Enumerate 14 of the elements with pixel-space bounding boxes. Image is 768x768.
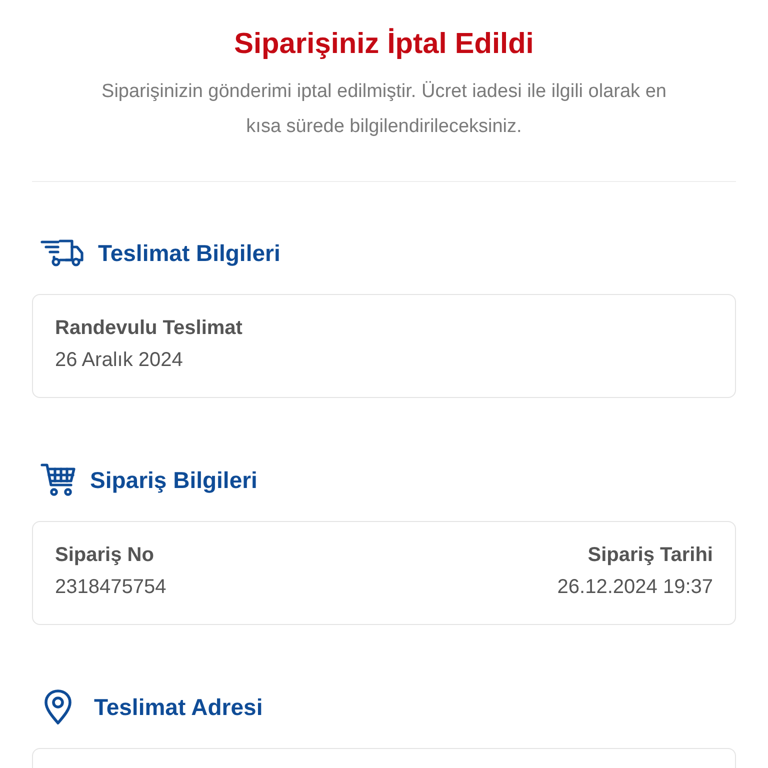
shopping-cart-icon bbox=[40, 463, 76, 497]
field-label: Sipariş Tarihi bbox=[588, 543, 713, 568]
field-value: 2318475754 bbox=[55, 575, 166, 600]
field-label: Randevulu Teslimat bbox=[55, 316, 242, 341]
field-label: Sipariş No bbox=[55, 543, 154, 568]
section-heading: Sipariş Bilgileri bbox=[90, 466, 258, 495]
page-title: Siparişiniz İptal Edildi bbox=[234, 27, 534, 62]
field-value: 26 Aralık 2024 bbox=[55, 348, 183, 373]
truck-icon bbox=[40, 239, 84, 267]
field-value: 26.12.2024 19:37 bbox=[557, 575, 713, 600]
cancellation-message: Siparişinizin gönderimi iptal edilmiştir. Ücret iadesi ile ilgili olarak en kısa sürede bilgilendirileceksiniz. bbox=[100, 80, 668, 139]
location-pin-icon bbox=[44, 689, 72, 725]
section-heading: Teslimat Bilgileri bbox=[98, 239, 280, 268]
section-heading: Teslimat Adresi bbox=[94, 693, 263, 722]
